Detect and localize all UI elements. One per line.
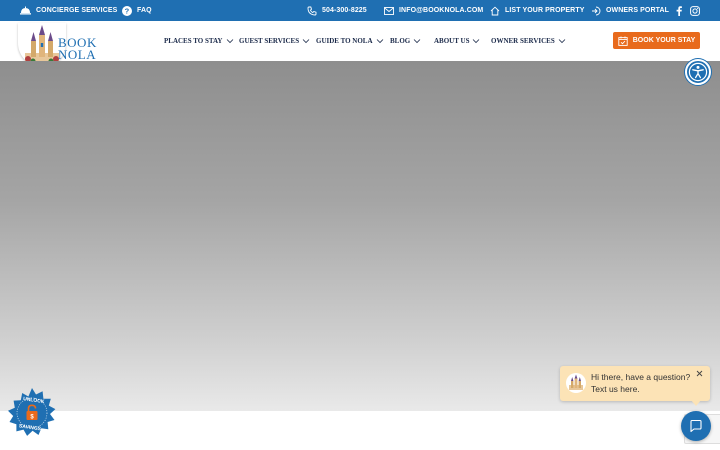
faq-label: FAQ: [137, 7, 152, 14]
open-chat-button[interactable]: [681, 411, 711, 441]
question-circle-icon: ?: [122, 5, 132, 16]
calendar-check-icon: [618, 36, 628, 46]
phone-number: 504-300-8225: [322, 7, 367, 14]
nav-item-places-to-stay[interactable]: Places to Stay: [164, 21, 234, 61]
nav-label: Owner Services: [491, 37, 555, 45]
concierge-bell-icon: [20, 6, 31, 15]
hero-banner: [0, 61, 720, 411]
logo-wordmark: BOOK NOLA: [58, 36, 97, 62]
main-header: BOOK NOLA Places to Stay Guest Services …: [0, 21, 720, 67]
cathedral-icon: [569, 374, 583, 390]
nav-item-about-us[interactable]: About Us: [434, 21, 480, 61]
svg-text:?: ?: [125, 6, 130, 15]
savings-bottom-text: SAVINGS: [19, 423, 42, 432]
top-utility-bar: Concierge Services ? FAQ 504-300-8225 in…: [0, 0, 720, 21]
home-icon: [490, 6, 500, 15]
accessibility-icon: [688, 62, 708, 82]
nav-item-blog[interactable]: Blog: [390, 21, 421, 61]
list-property-link[interactable]: List Your Property: [490, 0, 584, 21]
book-your-stay-label: Book Your Stay: [632, 37, 696, 44]
owners-portal-link[interactable]: Owners Portal: [591, 0, 669, 21]
chat-prompt-line-2: Text us here.: [591, 384, 640, 394]
facebook-icon: [676, 5, 682, 16]
list-property-label: List Your Property: [505, 7, 585, 14]
concierge-services-link[interactable]: Concierge Services: [20, 0, 117, 21]
envelope-icon: [384, 6, 394, 15]
owners-portal-label: Owners Portal: [606, 7, 670, 14]
nav-label: Blog: [390, 37, 411, 45]
chevron-down-icon: [376, 39, 383, 44]
close-icon: [696, 370, 703, 377]
unlock-savings-badge[interactable]: $ UNLOCK SAVINGS: [7, 388, 57, 438]
savings-text-ring: UNLOCK SAVINGS: [19, 396, 46, 432]
close-chat-prompt-button[interactable]: [696, 370, 703, 379]
chevron-down-icon: [558, 39, 566, 44]
nav-label: Guide to NOLA: [316, 37, 373, 45]
chat-prompt-bubble[interactable]: Hi there, have a question? Text us here.: [560, 366, 710, 406]
concierge-services-label: Concierge Services: [36, 7, 118, 14]
instagram-icon: [690, 5, 700, 16]
phone-link[interactable]: 504-300-8225: [307, 0, 367, 21]
email-link[interactable]: info@booknola.com: [384, 0, 483, 21]
chat-bubble-tail: [691, 400, 701, 406]
chat-prompt-message: Hi there, have a question? Text us here.: [591, 371, 690, 395]
chevron-down-icon: [302, 39, 310, 44]
chat-prompt-line-1: Hi there, have a question?: [591, 372, 691, 382]
chevron-down-icon: [226, 39, 233, 44]
book-your-stay-button[interactable]: Book Your Stay: [613, 32, 700, 49]
phone-icon: [307, 6, 317, 15]
chat-bubble-icon: [690, 419, 702, 433]
email-address: info@booknola.com: [399, 7, 484, 14]
chevron-down-icon: [413, 39, 421, 44]
facebook-link[interactable]: [676, 0, 682, 21]
logo-line-2: NOLA: [58, 47, 97, 62]
page: Concierge Services ? FAQ 504-300-8225 in…: [0, 0, 720, 450]
faq-link[interactable]: ? FAQ: [122, 0, 152, 21]
sign-in-icon: [592, 6, 601, 15]
nav-item-guide-to-nola[interactable]: Guide to NOLA: [316, 21, 384, 61]
nav-item-owner-services[interactable]: Owner Services: [491, 21, 566, 61]
nav-item-guest-services[interactable]: Guest Services: [239, 21, 310, 61]
nav-label: About Us: [434, 37, 470, 45]
instagram-link[interactable]: [690, 0, 700, 21]
accessibility-button[interactable]: [685, 59, 711, 85]
chat-avatar: [566, 373, 586, 393]
chevron-down-icon: [473, 39, 480, 44]
nav-label: Places to Stay: [164, 37, 223, 45]
savings-top-text: UNLOCK: [23, 396, 45, 405]
nav-label: Guest Services: [239, 37, 300, 45]
